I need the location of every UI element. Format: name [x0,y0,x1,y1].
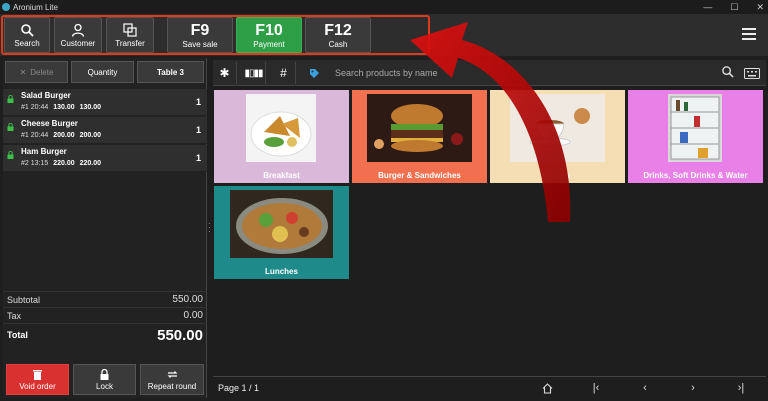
splitter-handle[interactable]: · · · [208,220,211,236]
window-title: Aronium Lite [13,2,58,12]
f10-key: F10 [255,21,283,39]
item-name: Salad Burger [21,91,71,100]
category-label: Drinks [545,171,570,180]
burger-image [367,94,472,162]
transfer-button[interactable]: Transfer [106,17,154,53]
previous-page-icon[interactable]: ‹ [637,380,653,396]
toolbar: Search Customer Transfer F9 Save sale F1… [0,14,768,56]
category-tile-drinks[interactable]: Drinks [490,90,625,183]
search-icon [21,23,34,37]
hash-icon[interactable]: # [272,62,296,84]
tax-label: Tax [7,311,22,321]
first-page-icon[interactable]: |‹ [588,380,604,396]
minimize-icon[interactable]: — [703,2,712,12]
breakfast-image [246,94,316,162]
customer-button-label: Customer [60,38,96,48]
save-sale-label: Save sale [182,39,218,49]
item-qty: 1 [195,125,201,135]
pager: Page 1 / 1 |‹ ‹ › ›| [213,376,766,398]
lock-icon [7,123,14,131]
lock-button[interactable]: Lock [73,364,136,395]
barcode-icon[interactable]: ▮▯▮▮ [242,62,266,84]
title-bar: Aronium Lite — ☐ ✕ [0,0,768,14]
lock-icon [100,368,109,380]
table-label: Table 3 [157,67,184,77]
lock-icon [7,151,14,159]
customer-icon [71,23,85,37]
order-item[interactable]: Salad Burger #1 20:44 130.00 130.00 1 [3,89,207,116]
search-icon[interactable] [721,65,734,83]
home-icon[interactable] [539,380,555,396]
total-value: 550.00 [157,327,203,344]
lock-icon [7,95,14,103]
item-meta: #1 20:44 200.00 200.00 [21,132,102,139]
subtotal-row: Subtotal 550.00 [3,291,207,307]
search-button-label: Search [14,38,40,48]
subtotal-value: 550.00 [172,294,203,305]
repeat-icon [167,370,177,378]
customer-button[interactable]: Customer [54,17,102,53]
payment-button[interactable]: F10 Payment [236,17,302,53]
quantity-label: Quantity [87,67,118,77]
maximize-icon[interactable]: ☐ [730,2,738,13]
subtotal-label: Subtotal [7,295,41,305]
transfer-button-label: Transfer [115,38,145,48]
order-item[interactable]: Cheese Burger #1 20:44 200.00 200.00 1 [3,117,207,144]
asterisk-icon[interactable]: ✱ [213,62,237,84]
search-input[interactable] [331,62,721,84]
repeat-round-label: Repeat round [147,381,197,391]
save-sale-button[interactable]: F9 Save sale [167,17,233,53]
f12-key: F12 [324,21,352,39]
item-qty: 1 [195,97,201,107]
quantity-button[interactable]: Quantity [71,61,134,83]
close-icon[interactable]: ✕ [756,2,764,13]
order-item[interactable]: Ham Burger #2 13:15 220.00 220.00 1 [3,145,207,172]
item-name: Cheese Burger [21,119,78,128]
void-order-label: Void order [19,381,56,391]
close-icon: ✕ [19,67,27,77]
category-tile-soft-drinks[interactable]: Drinks, Soft Drinks & Water [628,90,763,183]
item-meta: #2 13:15 220.00 220.00 [21,160,102,167]
lock-label: Lock [96,381,113,391]
totals: Subtotal 550.00 Tax 0.00 Total 550.00 [3,291,207,347]
repeat-round-button[interactable]: Repeat round [140,364,204,395]
app-icon [2,3,10,11]
search-button[interactable]: Search [4,17,50,53]
payment-label: Payment [253,39,285,49]
category-tile-breakfast[interactable]: Breakfast [214,90,349,183]
total-label: Total [7,330,28,340]
trash-icon [33,369,42,380]
page-label: Page 1 / 1 [218,383,260,393]
category-tile-lunches[interactable]: Lunches [214,186,349,279]
menu-icon[interactable] [742,28,756,40]
item-name: Ham Burger [21,147,67,156]
fridge-image [668,94,722,162]
lunch-image [230,190,333,258]
keyboard-icon[interactable] [744,66,760,84]
tax-row: Tax 0.00 [3,307,207,323]
delete-label: Delete [30,67,54,77]
category-label: Lunches [265,267,298,276]
f9-key: F9 [190,21,210,39]
coffee-image [510,94,605,162]
cash-button[interactable]: F12 Cash [305,17,371,53]
void-order-button[interactable]: Void order [6,364,69,395]
category-label: Burger & Sandwiches [378,171,461,180]
category-tile-burger[interactable]: Burger & Sandwiches [352,90,487,183]
tax-value: 0.00 [183,310,203,321]
table-button[interactable]: Table 3 [137,61,204,83]
order-panel: ✕ Delete Quantity Table 3 Salad Burger #… [3,58,207,398]
delete-button[interactable]: ✕ Delete [5,61,68,83]
category-label: Breakfast [263,171,300,180]
cash-label: Cash [328,39,348,49]
last-page-icon[interactable]: ›| [733,380,749,396]
tag-icon[interactable] [302,62,326,84]
item-qty: 1 [195,153,201,163]
transfer-icon [123,22,137,37]
total-row: Total 550.00 [3,323,207,347]
search-bar: ✱ ▮▯▮▮ # [213,60,766,86]
category-label: Drinks, Soft Drinks & Water [643,171,748,180]
item-meta: #1 20:44 130.00 130.00 [21,104,102,111]
next-page-icon[interactable]: › [685,380,701,396]
